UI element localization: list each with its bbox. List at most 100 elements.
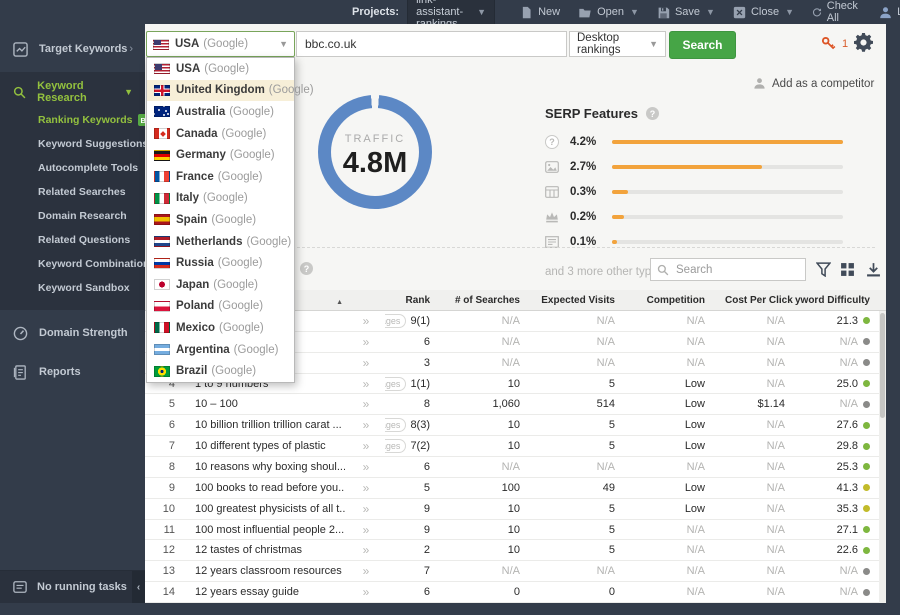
rankings-mode-select[interactable]: Desktop rankings ▼	[569, 31, 666, 57]
cell-keyword: 10 – 100	[185, 398, 345, 410]
expand-row-button[interactable]: »	[345, 439, 385, 453]
cell-cpc: N/A	[715, 336, 795, 348]
country-option-argentina[interactable]: Argentina(Google)	[147, 339, 294, 361]
table-row[interactable]: 710 different types of plastic»‹ Images7…	[145, 436, 886, 457]
header-cpc[interactable]: Cost Per Click	[715, 295, 795, 306]
sidebar-item-label: Domain Research	[38, 210, 127, 222]
header-competition[interactable]: Competition	[625, 295, 715, 306]
sidebar-item-target-keywords[interactable]: Target Keywords ›	[0, 32, 145, 66]
expand-row-button[interactable]: »	[345, 356, 385, 370]
collapse-panel-button[interactable]: ‹	[132, 571, 145, 603]
export-button[interactable]	[866, 262, 882, 278]
license-key-indicator[interactable]: 1	[821, 36, 848, 51]
expand-row-button[interactable]: »	[345, 335, 385, 349]
country-option-australia[interactable]: Australia(Google)	[147, 101, 294, 123]
country-engine: (Google)	[218, 171, 263, 183]
sidebar-item-reports[interactable]: Reports	[0, 355, 145, 389]
filter-button[interactable]	[816, 262, 832, 278]
cell-searches: 10	[440, 524, 530, 536]
expand-row-button[interactable]: »	[345, 543, 385, 557]
close-button[interactable]: Close▼	[726, 3, 801, 22]
cell-competition: Low	[625, 503, 715, 515]
help-circle-icon[interactable]: ?	[646, 107, 659, 120]
table-scrollbar[interactable]	[879, 311, 886, 603]
country-option-brazil[interactable]: Brazil(Google)	[147, 360, 294, 382]
open-button[interactable]: Open▼	[571, 3, 646, 22]
add-competitor-link[interactable]: Add as a competitor	[753, 77, 874, 90]
cell-rank: ‹ Images9(1)	[385, 314, 440, 328]
table-row[interactable]: 11100 most influential people 2...»9105N…	[145, 520, 886, 541]
sidebar-item-ranking-keywords[interactable]: Ranking KeywordsBETA	[0, 108, 145, 132]
expand-row-button[interactable]: »	[345, 523, 385, 537]
country-option-usa[interactable]: USA(Google)	[147, 58, 294, 80]
country-engine: (Google)	[218, 257, 263, 269]
header-difficulty[interactable]: Keyword Difficulty	[795, 295, 880, 306]
country-option-united-kingdom[interactable]: United Kingdom(Google)	[147, 80, 294, 102]
sidebar-item-label: Keyword Combinations	[38, 258, 155, 270]
table-row[interactable]: 1312 years classroom resources»7N/AN/AN/…	[145, 561, 886, 582]
header-rank[interactable]: Rank	[385, 295, 440, 306]
new-button[interactable]: New	[513, 3, 567, 22]
country-option-spain[interactable]: Spain(Google)	[147, 209, 294, 231]
serp-features-title: SERP Features	[545, 106, 638, 121]
sidebar-item-autocomplete-tools[interactable]: Autocomplete Tools	[0, 156, 145, 180]
country-option-italy[interactable]: Italy(Google)	[147, 188, 294, 210]
columns-layout-button[interactable]	[840, 262, 856, 278]
table-row[interactable]: 810 reasons why boxing shoul...»6N/AN/AN…	[145, 457, 886, 478]
country-option-poland[interactable]: Poland(Google)	[147, 296, 294, 318]
expand-row-button[interactable]: »	[345, 397, 385, 411]
sidebar-item-keyword-research[interactable]: Keyword Research ▼	[0, 76, 145, 108]
domain-input[interactable]	[296, 31, 567, 57]
sidebar-item-related-questions[interactable]: Related Questions	[0, 228, 145, 252]
help-circle-icon[interactable]: ?	[300, 262, 313, 275]
expand-row-button[interactable]: »	[345, 564, 385, 578]
expand-row-button[interactable]: »	[345, 418, 385, 432]
expand-row-button[interactable]: »	[345, 502, 385, 516]
table-row[interactable]: 610 billion trillion trillion carat ...»…	[145, 415, 886, 436]
country-engine: (Google)	[234, 344, 279, 356]
header-searches[interactable]: # of Searches	[440, 295, 530, 306]
keyword-search-input[interactable]	[674, 263, 798, 277]
serp-bar-track	[612, 165, 843, 169]
table-row[interactable]: 10100 greatest physicists of all t...»91…	[145, 499, 886, 520]
country-option-netherlands[interactable]: Netherlands(Google)	[147, 231, 294, 253]
country-option-mexico[interactable]: Mexico(Google)	[147, 317, 294, 339]
settings-button[interactable]	[854, 33, 874, 53]
expand-row-button[interactable]: »	[345, 460, 385, 474]
keyword-search-box[interactable]	[650, 258, 806, 281]
traffic-value: 4.8M	[318, 147, 432, 180]
difficulty-dot	[863, 463, 870, 470]
poland-flag-icon	[154, 301, 170, 312]
cell-searches: 100	[440, 482, 530, 494]
country-option-russia[interactable]: Russia(Google)	[147, 252, 294, 274]
check-all-button[interactable]: Check All	[805, 0, 868, 27]
sidebar-item-related-searches[interactable]: Related Searches	[0, 180, 145, 204]
sidebar-item-keyword-sandbox[interactable]: Keyword Sandbox	[0, 276, 145, 300]
country-engine: (Google)	[269, 84, 314, 96]
expand-row-button[interactable]: »	[345, 585, 385, 599]
expand-row-button[interactable]: »	[345, 481, 385, 495]
sidebar-item-domain-strength[interactable]: Domain Strength	[0, 316, 145, 350]
lakewood-button[interactable]: Lakewood▼	[872, 3, 900, 22]
search-button[interactable]: Search	[669, 31, 736, 59]
table-row[interactable]: 9100 books to read before you...»510049L…	[145, 478, 886, 499]
country-option-japan[interactable]: Japan(Google)	[147, 274, 294, 296]
sidebar-item-domain-research[interactable]: Domain Research	[0, 204, 145, 228]
save-button[interactable]: Save▼	[650, 3, 722, 22]
sidebar-item-keyword-suggestions[interactable]: Keyword Suggestions	[0, 132, 145, 156]
table-row[interactable]: 1212 tastes of christmas»2105N/AN/A22.6	[145, 540, 886, 561]
header-visits[interactable]: Expected Visits	[530, 295, 625, 306]
sidebar-item-label: Related Searches	[38, 186, 126, 198]
cell-row-number: 13	[145, 565, 185, 577]
scrollbar-thumb[interactable]	[880, 313, 885, 418]
expand-row-button[interactable]: »	[345, 314, 385, 328]
table-row[interactable]: 510 – 100»81,060514Low$1.14N/A	[145, 394, 886, 415]
country-option-france[interactable]: France(Google)	[147, 166, 294, 188]
country-option-canada[interactable]: Canada(Google)	[147, 123, 294, 145]
country-select[interactable]: USA (Google) ▼	[146, 31, 295, 57]
cell-searches: N/A	[440, 461, 530, 473]
table-row[interactable]: 1412 years essay guide»600N/AN/AN/A	[145, 582, 886, 603]
expand-row-button[interactable]: »	[345, 377, 385, 391]
sidebar-item-keyword-combinations[interactable]: Keyword Combinations	[0, 252, 145, 276]
country-option-germany[interactable]: Germany(Google)	[147, 144, 294, 166]
